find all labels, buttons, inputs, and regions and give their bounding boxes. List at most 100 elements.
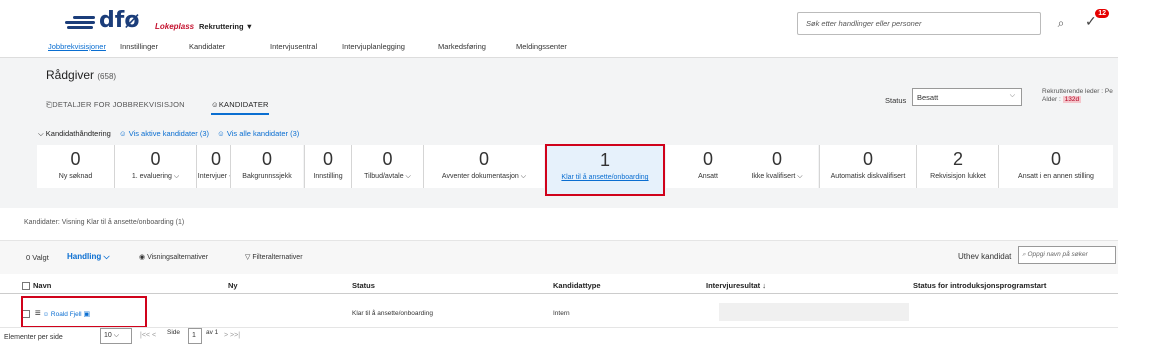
- pipeline-count: 0: [261, 149, 272, 169]
- tab-details[interactable]: ⎗DETALJER FOR JOBBREKVISISJON: [46, 100, 185, 110]
- search-icon[interactable]: ⌕: [1048, 12, 1074, 35]
- pipeline-card[interactable]: 0 1. evaluering ⌵: [115, 145, 196, 188]
- people-icon: ☺: [211, 100, 219, 109]
- pipeline-card[interactable]: 0 Ansatt i en annen stilling: [999, 145, 1113, 188]
- collapse-chevron-icon[interactable]: ⌵: [38, 129, 44, 138]
- page-title: Rådgiver (658): [46, 68, 117, 82]
- pipeline-count: 0: [322, 149, 333, 169]
- search-input[interactable]: Søk etter handlinger eller personer: [797, 12, 1041, 35]
- status-label: Status: [885, 96, 907, 105]
- row-type: Intern: [553, 310, 570, 317]
- filter-options-button[interactable]: ▽ Filteralternativer: [245, 253, 303, 261]
- nav-meldingssenter[interactable]: Meldingssenter: [516, 42, 567, 51]
- column-status[interactable]: Status: [352, 281, 375, 290]
- pipeline-card[interactable]: 0 Tilbud/avtale ⌵: [352, 145, 423, 188]
- pipeline-count: 0: [382, 149, 393, 169]
- show-active-link[interactable]: ☺ Vis aktive kandidater (3): [119, 129, 209, 138]
- selected-count: 0 Valgt: [26, 253, 49, 262]
- card-divider: [230, 145, 231, 188]
- nav-intervjuplanlegging[interactable]: Intervjuplanlegging: [342, 42, 405, 51]
- pipeline-card[interactable]: 0 Ikke kvalifisert ⌵: [736, 145, 818, 188]
- card-divider: [423, 145, 424, 188]
- pipeline-count: 0: [150, 149, 161, 169]
- logo-mark: [65, 16, 95, 31]
- pager-next-last[interactable]: > >>|: [224, 332, 240, 339]
- interview-result-cell: [719, 303, 909, 321]
- pipeline-label: Ikke kvalifisert ⌵: [751, 173, 803, 180]
- candidate-highlight-box: [21, 296, 147, 328]
- pipeline-card[interactable]: 2 Rekvisisjon lukket: [917, 145, 999, 188]
- page-total: av 1: [206, 329, 219, 336]
- column-intro-status[interactable]: Status for introduksjonsprogramstart: [913, 281, 1046, 290]
- select-all-checkbox[interactable]: [22, 282, 30, 291]
- card-divider: [819, 145, 820, 188]
- view-options-button[interactable]: ◉ Visningsalternativer: [139, 253, 208, 261]
- pipeline-card[interactable]: 0 Avventer dokumentasjon ⌵: [424, 145, 544, 188]
- filter-icon: ▽: [245, 254, 251, 261]
- column-intervjuresultat[interactable]: Intervjuresultat ↓: [706, 281, 766, 290]
- card-divider: [304, 145, 305, 188]
- pipeline-label: Avventer dokumentasjon ⌵: [441, 173, 527, 180]
- page-label: Side: [167, 329, 181, 336]
- tab-kandidater[interactable]: ☺KANDIDATER: [211, 100, 269, 115]
- pipeline-count: 0: [771, 149, 782, 169]
- page-input[interactable]: 1: [188, 328, 202, 344]
- recruit-menu[interactable]: Rekruttering ▼: [199, 22, 253, 31]
- age-badge: 132d: [1062, 96, 1082, 103]
- card-divider: [998, 145, 999, 188]
- nav-markedsforing[interactable]: Markedsføring: [438, 42, 486, 51]
- pipeline-card[interactable]: 0 Bakgrunnssjekk: [231, 145, 303, 188]
- highlight-label: Uthev kandidat: [958, 252, 1012, 261]
- pipeline-label: Innstilling: [313, 173, 343, 180]
- card-divider: [196, 145, 197, 188]
- nav-kandidater[interactable]: Kandidater: [189, 42, 225, 51]
- pipeline-label: Ny søknad: [58, 173, 93, 180]
- per-page-label: Elementer per side: [4, 334, 63, 341]
- pipeline-label: Rekvisisjon lukket: [930, 173, 986, 180]
- pipeline-card[interactable]: 1 Klar til å ansette/onboarding: [545, 144, 665, 196]
- pipeline-label: Automatisk diskvalifisert: [830, 173, 906, 180]
- card-divider: [916, 145, 917, 188]
- status-select[interactable]: Besatt ⌵: [912, 88, 1022, 106]
- pipeline-card[interactable]: 0 Automatisk diskvalifisert: [820, 145, 916, 188]
- card-divider: [351, 145, 352, 188]
- per-page-select[interactable]: 10 ⌵: [100, 328, 132, 344]
- search-icon: ⌕: [1022, 251, 1026, 258]
- candidate-management-row: ⌵ Kandidathåndtering ☺ Vis aktive kandid…: [38, 129, 299, 139]
- pipeline-count: 1: [599, 150, 610, 170]
- highlight-search-input[interactable]: ⌕ Oppgi navn på søker: [1018, 246, 1116, 264]
- nav-innstillinger[interactable]: Innstillinger: [120, 42, 158, 51]
- notifications-button[interactable]: ✓ 12: [1085, 9, 1109, 35]
- card-divider: [114, 145, 115, 188]
- nav-intervjusentral[interactable]: Intervjusentral: [270, 42, 317, 51]
- column-kandidattype[interactable]: Kandidattype: [553, 281, 601, 290]
- column-navn[interactable]: Navn: [22, 281, 51, 291]
- handling-menu[interactable]: Handling ⌵: [67, 252, 110, 262]
- pipeline-count: 0: [478, 149, 489, 169]
- logo-text: dfø: [99, 8, 140, 33]
- pipeline-count: 2: [952, 149, 963, 169]
- pager-first-prev[interactable]: |<< <: [140, 332, 156, 339]
- row-status: Klar til å ansette/onboarding: [352, 310, 433, 317]
- pipeline-card[interactable]: 0 Innstilling: [305, 145, 351, 188]
- pipeline-label: Bakgrunnssjekk: [242, 173, 292, 180]
- candidate-count: (658): [97, 72, 117, 81]
- pipeline-card[interactable]: 0 Ny søknad: [37, 145, 114, 188]
- logo-subtitle: Lokeplass: [155, 22, 195, 31]
- notification-badge: 12: [1095, 9, 1109, 18]
- pipeline-count: 0: [70, 149, 81, 169]
- section-heading: Kandidathåndtering: [45, 129, 111, 138]
- pipeline-label: 1. evaluering ⌵: [131, 173, 180, 180]
- pipeline-label: Klar til å ansette/onboarding: [561, 174, 649, 181]
- chevron-down-icon: ⌵: [1009, 92, 1015, 99]
- pipeline-count: 0: [1050, 149, 1061, 169]
- pipeline-label: Ansatt i en annen stilling: [1018, 173, 1094, 180]
- view-description: Kandidater: Visning Klar til å ansette/o…: [24, 219, 185, 226]
- pipeline-count: 0: [862, 149, 873, 169]
- eye-icon: ◉: [139, 254, 146, 261]
- pipeline-label: Tilbud/avtale ⌵: [364, 173, 411, 180]
- nav-jobbrekvisisjoner[interactable]: Jobbrekvisisjoner: [48, 42, 106, 51]
- recruiter-info: Rekrutterende leder : Pe Alder : 132d: [1042, 88, 1113, 103]
- show-all-link[interactable]: ☺ Vis alle kandidater (3): [217, 129, 299, 138]
- column-ny[interactable]: Ny: [228, 281, 238, 290]
